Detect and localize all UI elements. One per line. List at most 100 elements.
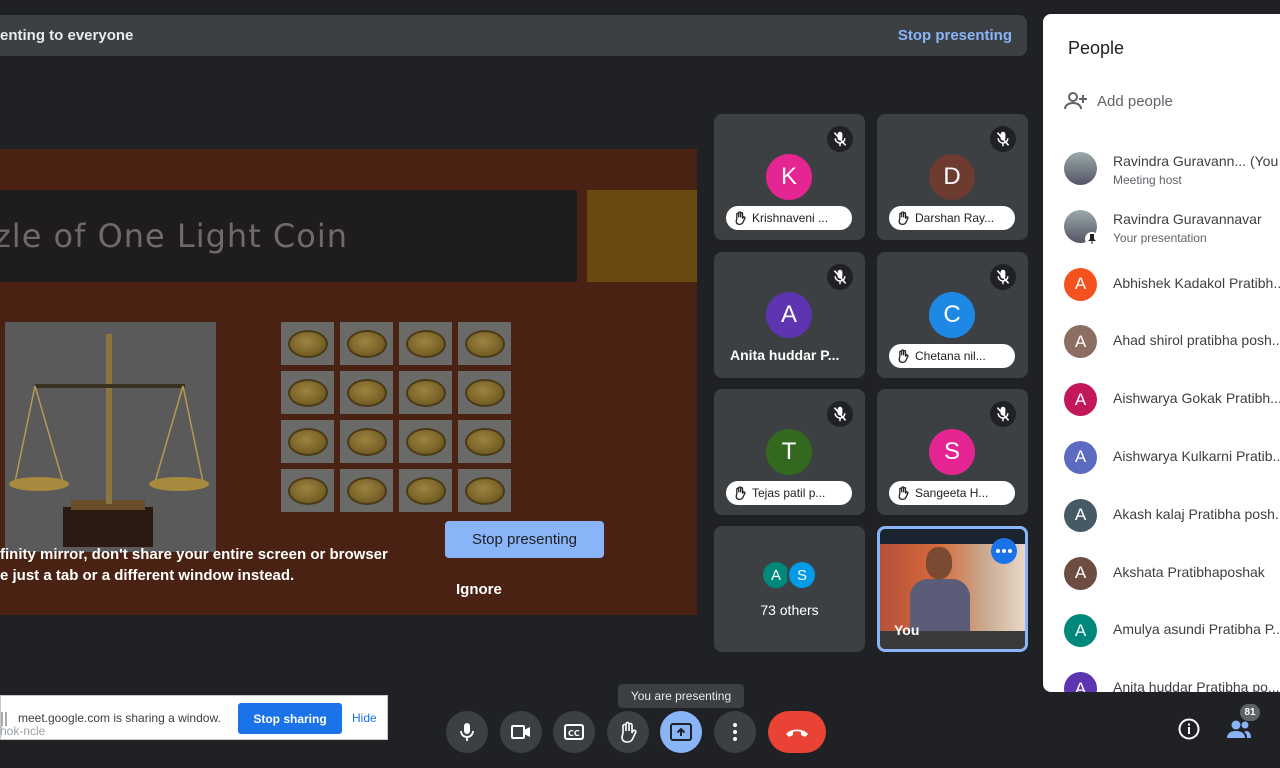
people-button[interactable] <box>1226 718 1252 745</box>
participant-list-item[interactable]: A Aishwarya Kulkarni Pratib... <box>1043 428 1280 486</box>
avatar: D <box>929 154 975 200</box>
presenting-tooltip: You are presenting <box>618 684 744 708</box>
self-video-person-head <box>926 547 952 579</box>
participant-name: Sangeeta H... <box>915 486 989 500</box>
balance-scale-image <box>5 322 216 552</box>
coin-cell <box>399 371 452 414</box>
stop-presenting-link[interactable]: Stop presenting <box>898 27 1012 44</box>
participant-tile[interactable]: T Tejas patil p... <box>714 389 865 515</box>
avatar: A <box>1064 556 1097 590</box>
raised-hand-icon <box>897 211 909 225</box>
participant-list-item[interactable]: A Akash kalaj Pratibha posh... <box>1043 486 1280 544</box>
participant-list-name: Ahad shirol pratibha posh... <box>1113 332 1280 349</box>
coin-cell <box>281 420 334 463</box>
coin-cell <box>340 469 393 512</box>
participant-tile[interactable]: K Krishnaveni ... <box>714 114 865 240</box>
stop-sharing-button[interactable]: Stop sharing <box>238 703 342 734</box>
infinity-mirror-warning: finity mirror, don't share your entire s… <box>0 544 400 586</box>
participant-name-pill: Chetana nil... <box>889 344 1015 368</box>
mic-off-icon <box>990 401 1016 427</box>
coin-cell <box>340 322 393 365</box>
captions-icon: CC <box>564 724 584 740</box>
microphone-button[interactable] <box>446 711 488 753</box>
coin-grid <box>281 322 511 512</box>
camera-button[interactable] <box>500 711 542 753</box>
info-icon <box>1178 718 1200 740</box>
coin-icon <box>405 378 446 407</box>
stop-presenting-button[interactable]: Stop presenting <box>445 521 604 558</box>
participant-tile[interactable]: A Anita huddar P... <box>714 252 865 378</box>
more-options-icon[interactable] <box>991 538 1017 564</box>
participant-list-name: Akshata Pratibhaposhak <box>1113 563 1265 580</box>
raised-hand-icon <box>897 486 909 500</box>
sharing-message: meet.google.com is sharing a window. <box>18 711 221 725</box>
coin-icon <box>287 378 328 407</box>
microphone-icon <box>460 723 474 741</box>
present-icon <box>670 723 692 741</box>
participant-list-item[interactable]: Ravindra Guravann... (You Meeting host <box>1043 139 1280 197</box>
coin-icon <box>405 427 446 456</box>
more-options-button[interactable] <box>714 711 756 753</box>
participant-list-item[interactable]: Ravindra Guravannavar Your presentation <box>1043 197 1280 255</box>
coin-cell <box>281 371 334 414</box>
add-people-label: Add people <box>1097 92 1173 110</box>
mic-off-icon <box>990 264 1016 290</box>
coin-icon <box>405 329 446 358</box>
end-call-icon <box>786 729 808 737</box>
coin-icon <box>346 427 387 456</box>
participant-tile[interactable]: D Darshan Ray... <box>877 114 1028 240</box>
participant-list-name: Abhishek Kadakol Pratibh... <box>1113 274 1280 291</box>
end-call-button[interactable] <box>768 711 826 753</box>
self-label: You <box>894 622 920 638</box>
coin-cell <box>458 322 511 365</box>
hide-button[interactable]: Hide <box>352 711 377 725</box>
coin-icon <box>287 476 328 505</box>
raise-hand-button[interactable] <box>607 711 649 753</box>
camera-icon <box>511 725 530 739</box>
avatar: A <box>1064 267 1097 301</box>
raise-hand-icon <box>621 721 637 743</box>
coin-cell <box>399 322 452 365</box>
participant-list-item[interactable]: A Anita huddar Pratibha po... <box>1043 659 1280 692</box>
people-count-badge: 81 <box>1240 704 1260 721</box>
warning-line-2: e just a tab or a different window inste… <box>0 567 295 584</box>
participant-list-item[interactable]: A Amulya asundi Pratibha P... <box>1043 601 1280 659</box>
present-now-button[interactable] <box>660 711 702 753</box>
participant-list-item[interactable]: A Aishwarya Gokak Pratibh... <box>1043 370 1280 428</box>
participant-name-pill: Krishnaveni ... <box>726 206 852 230</box>
add-people-button[interactable]: Add people <box>1064 91 1173 111</box>
pin-icon <box>1085 231 1099 246</box>
participant-list-name: Ravindra Guravannavar <box>1113 210 1262 227</box>
raised-hand-icon <box>734 486 746 500</box>
others-tile[interactable]: A S 73 others <box>714 526 865 652</box>
svg-text:CC: CC <box>568 729 580 738</box>
coin-icon <box>287 427 328 456</box>
ignore-button[interactable]: Ignore <box>456 581 502 598</box>
avatar: A <box>1064 614 1097 648</box>
meeting-info-button[interactable] <box>1178 718 1200 745</box>
avatar: A <box>1064 672 1097 692</box>
avatar <box>1064 152 1097 185</box>
participant-tile[interactable]: C Chetana nil... <box>877 252 1028 378</box>
participant-list-name: Aishwarya Gokak Pratibh... <box>1113 390 1280 407</box>
slide-title: zle of One Light Coin <box>0 217 349 255</box>
participant-list-item[interactable]: A Ahad shirol pratibha posh... <box>1043 312 1280 370</box>
participant-list-item[interactable]: A Akshata Pratibhaposhak <box>1043 544 1280 602</box>
participant-list-item[interactable]: A Abhishek Kadakol Pratibh... <box>1043 255 1280 313</box>
slide-decoration <box>587 190 697 282</box>
captions-button[interactable]: CC <box>553 711 595 753</box>
self-video-tile[interactable]: You <box>877 526 1028 652</box>
participant-tile[interactable]: S Sangeeta H... <box>877 389 1028 515</box>
participant-name: Chetana nil... <box>915 349 986 363</box>
participant-name: Darshan Ray... <box>915 211 995 225</box>
avatar: A <box>1064 440 1097 474</box>
avatar: S <box>929 429 975 475</box>
mic-off-icon <box>827 126 853 152</box>
coin-cell <box>458 469 511 512</box>
presenting-bar: enting to everyone Stop presenting <box>0 15 1027 56</box>
participant-list: Ravindra Guravann... (You Meeting host Rav… <box>1043 139 1280 692</box>
coin-icon <box>464 427 505 456</box>
coin-cell <box>340 420 393 463</box>
participant-name: Tejas patil p... <box>752 486 826 500</box>
avatar: A <box>1064 383 1097 417</box>
